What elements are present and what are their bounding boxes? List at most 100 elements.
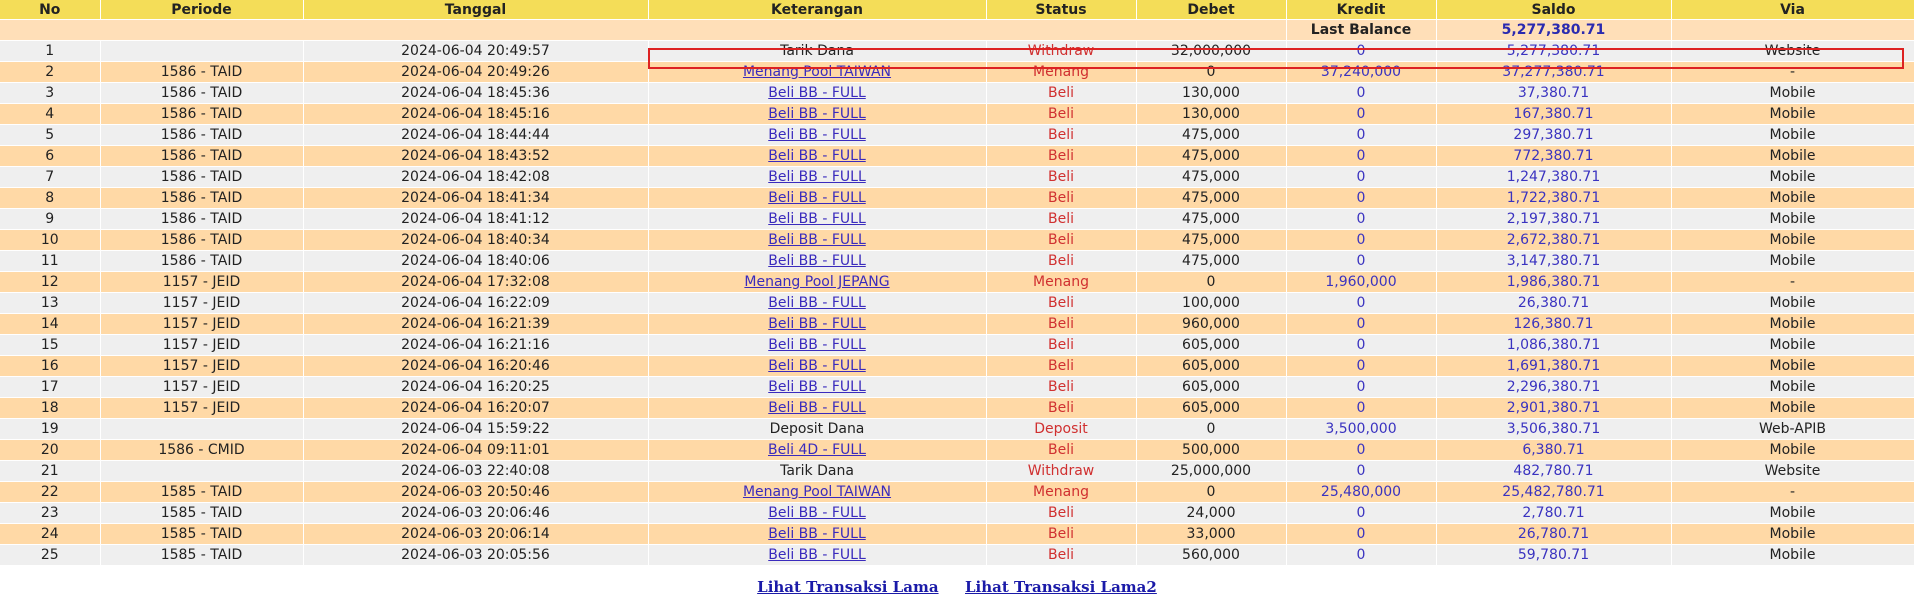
cell-tanggal: 2024-06-04 18:45:16 (303, 103, 649, 125)
cell-saldo: 297,380.71 (1436, 124, 1672, 146)
cell-status: Beli (986, 250, 1137, 272)
keterangan-link[interactable]: Menang Pool TAIWAN (743, 64, 891, 80)
cell-keterangan: Beli BB - FULL (648, 334, 987, 356)
cell-tanggal: 2024-06-04 18:43:52 (303, 145, 649, 167)
cell-tanggal: 2024-06-03 20:50:46 (303, 481, 649, 503)
cell-status: Beli (986, 229, 1137, 251)
cell-kredit: 0 (1286, 355, 1437, 377)
cell-periode: 1586 - CMID (100, 439, 304, 461)
col-header-no[interactable]: No (0, 0, 101, 20)
keterangan-link[interactable]: Beli BB - FULL (768, 505, 866, 521)
cell-tanggal: 2024-06-04 16:21:39 (303, 313, 649, 335)
cell-periode (100, 418, 304, 440)
cell-via: Mobile (1671, 292, 1914, 314)
cell-kredit: 0 (1286, 208, 1437, 230)
keterangan-link[interactable]: Menang Pool TAIWAN (743, 484, 891, 500)
cell-debet: 475,000 (1136, 124, 1287, 146)
col-header-debet[interactable]: Debet (1136, 0, 1287, 20)
cell-kredit: 0 (1286, 166, 1437, 188)
keterangan-link[interactable]: Beli BB - FULL (768, 211, 866, 227)
col-header-tanggal[interactable]: Tanggal (303, 0, 649, 20)
cell-tanggal: 2024-06-04 18:45:36 (303, 82, 649, 104)
keterangan-link[interactable]: Beli BB - FULL (768, 85, 866, 101)
cell-status: Beli (986, 397, 1137, 419)
keterangan-link[interactable]: Beli BB - FULL (768, 190, 866, 206)
footer-links: Lihat Transaksi Lama Lihat Transaksi Lam… (0, 578, 1914, 596)
cell-periode: 1157 - JEID (100, 334, 304, 356)
cell-via: Mobile (1671, 502, 1914, 524)
cell-via: - (1671, 481, 1914, 503)
table-row: 13 1157 - JEID 2024-06-04 16:22:09 Beli BB … (0, 292, 1914, 314)
col-header-saldo[interactable]: Saldo (1436, 0, 1672, 20)
col-header-status[interactable]: Status (986, 0, 1137, 20)
keterangan-link[interactable]: Beli BB - FULL (768, 316, 866, 332)
cell-debet: 475,000 (1136, 187, 1287, 209)
col-header-via[interactable]: Via (1671, 0, 1914, 20)
table-row: 5 1586 - TAID 2024-06-04 18:44:44 Beli BB -… (0, 124, 1914, 146)
link-old-transactions[interactable]: Lihat Transaksi Lama (757, 578, 938, 596)
cell-via: Mobile (1671, 313, 1914, 335)
keterangan-link[interactable]: Menang Pool JEPANG (744, 274, 889, 290)
cell-no: 2 (0, 61, 101, 83)
cell-via: Mobile (1671, 397, 1914, 419)
cell-no: 20 (0, 439, 101, 461)
cell-saldo: 2,780.71 (1436, 502, 1672, 524)
cell-status: Beli (986, 187, 1137, 209)
cell-tanggal: 2024-06-03 22:40:08 (303, 460, 649, 482)
keterangan-link[interactable]: Beli BB - FULL (768, 295, 866, 311)
cell-debet: 25,000,000 (1136, 460, 1287, 482)
col-header-periode[interactable]: Periode (100, 0, 304, 20)
cell-periode: 1586 - TAID (100, 124, 304, 146)
cell-tanggal: 2024-06-04 18:40:34 (303, 229, 649, 251)
cell-keterangan: Beli BB - FULL (648, 250, 987, 272)
cell-via: Mobile (1671, 208, 1914, 230)
keterangan-link[interactable]: Beli BB - FULL (768, 358, 866, 374)
keterangan-link[interactable]: Beli BB - FULL (768, 148, 866, 164)
keterangan-link[interactable]: Beli BB - FULL (768, 232, 866, 248)
link-old-transactions-2[interactable]: Lihat Transaksi Lama2 (965, 578, 1157, 596)
col-header-kredit[interactable]: Kredit (1286, 0, 1437, 20)
cell-periode: 1585 - TAID (100, 502, 304, 524)
cell-saldo: 3,147,380.71 (1436, 250, 1672, 272)
cell-kredit: 3,500,000 (1286, 418, 1437, 440)
table-row: 22 1585 - TAID 2024-06-03 20:50:46 Menang P… (0, 481, 1914, 503)
table-row: 21 2024-06-03 22:40:08 Tarik Dana Withdraw 2… (0, 460, 1914, 482)
table-row: 12 1157 - JEID 2024-06-04 17:32:08 Menang P… (0, 271, 1914, 293)
cell-kredit: 0 (1286, 187, 1437, 209)
cell-saldo: 1,691,380.71 (1436, 355, 1672, 377)
cell-periode: 1157 - JEID (100, 355, 304, 377)
cell-tanggal: 2024-06-04 09:11:01 (303, 439, 649, 461)
cell-no: 24 (0, 523, 101, 545)
cell-keterangan: Beli BB - FULL (648, 502, 987, 524)
keterangan-link[interactable]: Beli BB - FULL (768, 253, 866, 269)
cell-saldo: 3,506,380.71 (1436, 418, 1672, 440)
cell-no: 9 (0, 208, 101, 230)
cell-keterangan: Tarik Dana (648, 40, 987, 62)
cell-debet: 0 (1136, 481, 1287, 503)
keterangan-link[interactable]: Beli BB - FULL (768, 127, 866, 143)
cell-tanggal: 2024-06-03 20:06:14 (303, 523, 649, 545)
cell-saldo: 126,380.71 (1436, 313, 1672, 335)
keterangan-link[interactable]: Beli BB - FULL (768, 547, 866, 563)
cell-debet: 605,000 (1136, 355, 1287, 377)
cell-debet: 100,000 (1136, 292, 1287, 314)
cell-periode: 1586 - TAID (100, 145, 304, 167)
keterangan-link[interactable]: Beli 4D - FULL (768, 442, 866, 458)
cell-tanggal: 2024-06-04 18:41:34 (303, 187, 649, 209)
cell-saldo: 1,086,380.71 (1436, 334, 1672, 356)
keterangan-link[interactable]: Beli BB - FULL (768, 106, 866, 122)
keterangan-link[interactable]: Beli BB - FULL (768, 526, 866, 542)
cell-kredit: 37,240,000 (1286, 61, 1437, 83)
cell-status: Menang (986, 481, 1137, 503)
table-row: 7 1586 - TAID 2024-06-04 18:42:08 Beli BB -… (0, 166, 1914, 188)
cell-keterangan: Beli BB - FULL (648, 187, 987, 209)
keterangan-link[interactable]: Beli BB - FULL (768, 169, 866, 185)
keterangan-link[interactable]: Beli BB - FULL (768, 400, 866, 416)
cell-debet: 475,000 (1136, 250, 1287, 272)
cell-debet: 130,000 (1136, 103, 1287, 125)
col-header-keterangan[interactable]: Keterangan (648, 0, 987, 20)
keterangan-link[interactable]: Beli BB - FULL (768, 337, 866, 353)
keterangan-link[interactable]: Beli BB - FULL (768, 379, 866, 395)
cell-debet: 32,000,000 (1136, 40, 1287, 62)
cell-status: Beli (986, 124, 1137, 146)
